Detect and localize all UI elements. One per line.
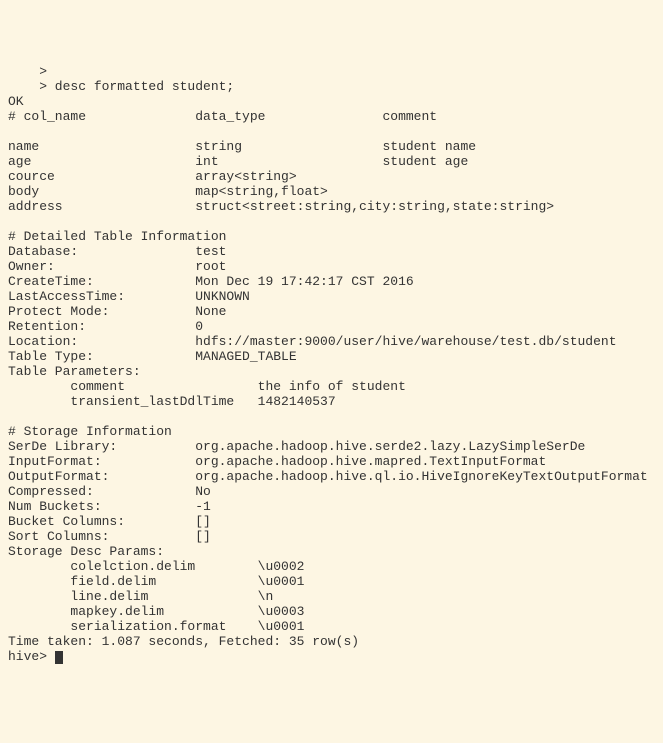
output-line: Location: hdfs://master:9000/user/hive/w… (8, 334, 617, 349)
output-line: age int student age (8, 154, 468, 169)
output-line: # Storage Information (8, 424, 172, 439)
output-line: Table Type: MANAGED_TABLE (8, 349, 297, 364)
output-line: OK (8, 94, 24, 109)
output-line: # col_name data_type comment (8, 109, 437, 124)
prompt-text: hive> (8, 649, 55, 664)
terminal-output: > > desc formatted student; OK # col_nam… (8, 64, 655, 664)
output-line: SerDe Library: org.apache.hadoop.hive.se… (8, 439, 585, 454)
output-line: cource array<string> (8, 169, 297, 184)
output-line: > desc formatted student; (8, 79, 234, 94)
output-line: Storage Desc Params: (8, 544, 164, 559)
prompt-line[interactable]: hive> (8, 649, 63, 664)
output-line: Retention: 0 (8, 319, 203, 334)
output-line: serialization.format \u0001 (8, 619, 304, 634)
output-line: comment the info of student (8, 379, 406, 394)
output-line: OutputFormat: org.apache.hadoop.hive.ql.… (8, 469, 648, 484)
output-line: LastAccessTime: UNKNOWN (8, 289, 250, 304)
output-line: Num Buckets: -1 (8, 499, 211, 514)
output-line: Owner: root (8, 259, 226, 274)
output-line: Time taken: 1.087 seconds, Fetched: 35 r… (8, 634, 359, 649)
output-line: colelction.delim \u0002 (8, 559, 304, 574)
output-line: address struct<street:string,city:string… (8, 199, 554, 214)
output-line: # Detailed Table Information (8, 229, 226, 244)
output-line: > (8, 64, 47, 79)
output-line: Sort Columns: [] (8, 529, 211, 544)
output-line: name string student name (8, 139, 476, 154)
output-line: line.delim \n (8, 589, 273, 604)
cursor-icon (55, 651, 63, 664)
output-line: Database: test (8, 244, 226, 259)
output-line: Bucket Columns: [] (8, 514, 211, 529)
output-line: Table Parameters: (8, 364, 141, 379)
output-line: CreateTime: Mon Dec 19 17:42:17 CST 2016 (8, 274, 414, 289)
output-line: mapkey.delim \u0003 (8, 604, 304, 619)
output-line: Protect Mode: None (8, 304, 226, 319)
output-line: InputFormat: org.apache.hadoop.hive.mapr… (8, 454, 546, 469)
output-line: body map<string,float> (8, 184, 328, 199)
output-line: transient_lastDdlTime 1482140537 (8, 394, 336, 409)
output-line: Compressed: No (8, 484, 211, 499)
output-line: field.delim \u0001 (8, 574, 304, 589)
